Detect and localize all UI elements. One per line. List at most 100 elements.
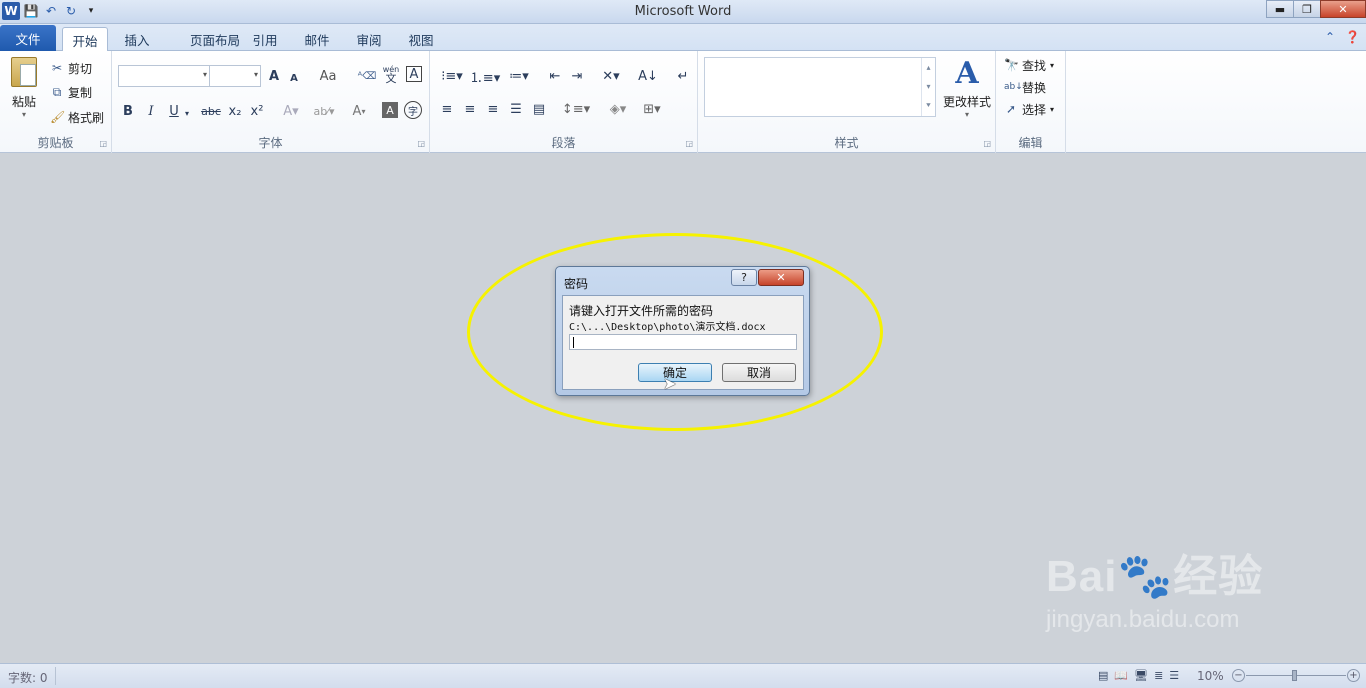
zoom-level[interactable]: 10% — [1197, 669, 1224, 683]
tab-home[interactable]: 开始 — [62, 27, 108, 52]
gallery-scroll[interactable]: ▴ ▾ ⯆ — [921, 58, 935, 116]
tab-file[interactable]: 文件 — [0, 25, 56, 51]
find-button[interactable]: 🔭 查找 ▾ — [1004, 55, 1054, 75]
zoom-thumb[interactable] — [1292, 670, 1297, 681]
zoom-out-icon[interactable]: − — [1232, 669, 1245, 682]
enclose-characters-icon[interactable]: 字 — [404, 101, 422, 119]
font-group-label: 字体 — [258, 136, 283, 150]
styles-gallery[interactable]: ▴ ▾ ⯆ — [704, 57, 936, 117]
subscript-icon[interactable]: x₂ — [226, 101, 244, 121]
increase-indent-icon[interactable]: ⇥ — [568, 66, 586, 86]
numbering-icon[interactable]: ⒈≡▾ — [470, 66, 500, 86]
font-name-combo[interactable]: ▾ — [118, 65, 210, 87]
change-case-icon[interactable]: Aa — [316, 66, 340, 86]
italic-icon[interactable]: I — [143, 101, 159, 121]
line-spacing-icon[interactable]: ↕≡▾ — [562, 99, 590, 119]
grow-font-icon[interactable]: A — [266, 66, 282, 86]
file-path: C:\...\Desktop\photo\演示文档.docx — [569, 322, 766, 333]
text-effects-icon[interactable]: A▾ — [280, 101, 302, 121]
watermark-brand: Bai🐾经验 — [1046, 552, 1264, 601]
more-styles-icon[interactable]: ⯆ — [925, 101, 931, 111]
superscript-icon[interactable]: x² — [248, 101, 266, 121]
chinese-layout-icon[interactable]: ✕▾ — [598, 66, 624, 86]
scissors-icon: ✂ — [51, 61, 63, 75]
scroll-down-icon[interactable]: ▾ — [926, 82, 930, 91]
full-screen-reading-icon[interactable]: 📖 — [1114, 669, 1128, 682]
bold-icon[interactable]: B — [120, 101, 136, 121]
ribbon-tabs: 文件 开始 插入 页面布局 引用 邮件 审阅 视图 ⌃ ❓ — [0, 24, 1366, 52]
font-color-glyph: A — [352, 103, 362, 119]
clipboard-launcher-icon[interactable]: ◲ — [99, 139, 107, 148]
borders-icon[interactable]: ⊞▾ — [638, 99, 666, 119]
status-bar: 字数: 0 ▤ 📖 🖥 ≣ ☰ 10% − + — [0, 663, 1366, 688]
show-marks-icon[interactable]: ↵ — [674, 66, 692, 86]
paste-dropdown-icon: ▾ — [21, 110, 26, 119]
character-shading-icon[interactable]: A — [382, 102, 398, 118]
minimize-button[interactable]: ▬ — [1266, 0, 1294, 18]
character-border-icon[interactable]: A — [406, 66, 422, 82]
tab-mailings[interactable]: 邮件 — [296, 27, 338, 51]
chevron-down-icon: ▾ — [1050, 104, 1055, 114]
dialog-help-button[interactable]: ? — [731, 269, 757, 286]
window-title: Microsoft Word — [634, 4, 732, 19]
select-button[interactable]: ➚ 选择 ▾ — [1004, 99, 1054, 119]
close-button[interactable]: ✕ — [1320, 0, 1366, 18]
dialog-close-button[interactable]: ✕ — [758, 269, 804, 286]
sort-icon[interactable]: A↓ — [638, 66, 658, 86]
restore-button[interactable]: ❐ — [1293, 0, 1321, 18]
align-right-icon[interactable]: ≡ — [484, 99, 502, 119]
paragraph-group-label: 段落 — [551, 136, 576, 150]
font-color-icon[interactable]: A ▾ — [348, 101, 370, 121]
bullets-icon[interactable]: ⁝≡▾ — [438, 66, 466, 86]
styles-group: ▴ ▾ ⯆ A 更改样式 ▾ 样式 ◲ — [698, 51, 996, 153]
format-painter-label: 格式刷 — [68, 110, 105, 125]
tab-view[interactable]: 视图 — [400, 27, 442, 51]
minimize-ribbon-icon[interactable]: ⌃ — [1325, 30, 1335, 44]
paste-label: 粘贴 — [11, 95, 36, 109]
paste-button[interactable]: 粘贴 ▾ — [6, 57, 42, 119]
cancel-button[interactable]: 取消 — [722, 363, 796, 382]
chevron-down-icon[interactable]: ▾ — [182, 103, 192, 123]
shading-icon[interactable]: ◈▾ — [604, 99, 632, 119]
strikethrough-icon[interactable]: abc — [200, 101, 222, 121]
align-left-icon[interactable]: ≡ — [438, 99, 456, 119]
dialog-title: 密码 — [564, 277, 589, 291]
align-center-icon[interactable]: ≡ — [461, 99, 479, 119]
tab-references[interactable]: 引用 — [244, 27, 286, 51]
zoom-slider[interactable]: − + — [1232, 669, 1360, 683]
tab-review[interactable]: 审阅 — [348, 27, 390, 51]
help-icon[interactable]: ❓ — [1345, 30, 1360, 44]
highlight-icon[interactable]: ab⁄▾ — [310, 101, 338, 121]
change-styles-button[interactable]: A 更改样式 ▾ — [942, 55, 992, 119]
print-layout-icon[interactable]: ▤ — [1098, 669, 1108, 682]
draft-icon[interactable]: ☰ — [1169, 669, 1179, 682]
clear-format-icon[interactable]: ᴬ⌫ — [358, 66, 376, 86]
decrease-indent-icon[interactable]: ⇤ — [546, 66, 564, 86]
replace-button[interactable]: ab↓ 替换 — [1004, 77, 1046, 97]
cut-button[interactable]: ✂ 剪切 — [50, 58, 92, 78]
scroll-up-icon[interactable]: ▴ — [926, 63, 930, 72]
copy-button[interactable]: ⧉ 复制 — [50, 82, 92, 102]
zoom-in-icon[interactable]: + — [1347, 669, 1360, 682]
outline-icon[interactable]: ≣ — [1154, 669, 1163, 682]
phonetic-guide-icon[interactable]: wén 文 — [382, 64, 400, 84]
font-launcher-icon[interactable]: ◲ — [417, 139, 425, 148]
multilevel-list-icon[interactable]: ≔▾ — [504, 66, 534, 86]
web-layout-icon[interactable]: 🖥 — [1134, 669, 1148, 682]
format-painter-button[interactable]: 🖌 格式刷 — [50, 107, 104, 127]
word-count[interactable]: 字数: 0 — [8, 669, 48, 686]
binoculars-icon: 🔭 — [1004, 58, 1019, 72]
justify-icon[interactable]: ☰ — [507, 99, 525, 119]
font-size-combo[interactable]: ▾ — [209, 65, 261, 87]
password-input[interactable] — [569, 334, 797, 350]
distributed-icon[interactable]: ▤ — [530, 99, 548, 119]
dialog-body: 请键入打开文件所需的密码 C:\...\Desktop\photo\演示文档.d… — [562, 295, 804, 390]
styles-launcher-icon[interactable]: ◲ — [983, 139, 991, 148]
shrink-font-icon[interactable]: A — [286, 68, 302, 88]
tab-insert[interactable]: 插入 — [114, 27, 160, 51]
styles-group-label: 样式 — [834, 136, 859, 150]
paragraph-launcher-icon[interactable]: ◲ — [685, 139, 693, 148]
underline-icon[interactable]: U — [166, 101, 182, 121]
chevron-down-icon: ▾ — [253, 70, 258, 79]
clipboard-group: 粘贴 ▾ ✂ 剪切 ⧉ 复制 🖌 格式刷 剪贴板 ◲ — [0, 51, 112, 153]
